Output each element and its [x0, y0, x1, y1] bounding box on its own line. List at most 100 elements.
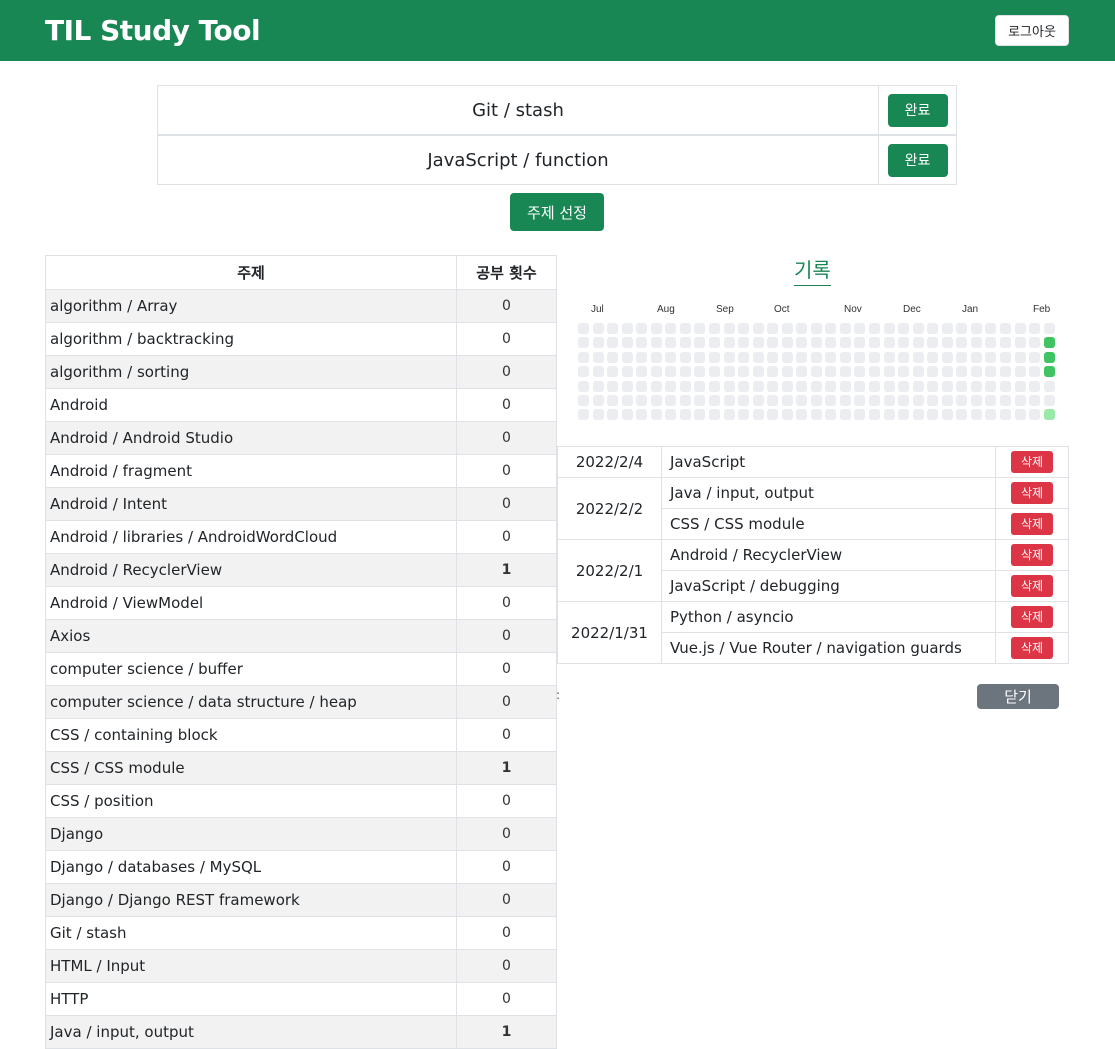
table-row[interactable]: computer science / buffer 0	[45, 652, 557, 686]
table-row[interactable]: Django / Django REST framework 0	[45, 883, 557, 917]
heatmap-day-cell	[956, 380, 968, 392]
table-row[interactable]: Android 0	[45, 388, 557, 422]
table-row[interactable]: Git / stash 0	[45, 916, 557, 950]
heatmap-day-cell	[810, 395, 822, 406]
table-row[interactable]: CSS / CSS module 1	[45, 751, 557, 785]
heatmap-day-cell	[694, 323, 706, 334]
heatmap-day-cell	[912, 351, 924, 363]
close-button[interactable]: 닫기	[977, 684, 1059, 709]
table-row[interactable]: algorithm / backtracking 0	[45, 322, 557, 356]
heatmap-day-cell	[898, 395, 910, 406]
delete-button[interactable]: 삭제	[1011, 451, 1053, 473]
table-row[interactable]: HTML / Input 0	[45, 949, 557, 983]
heatmap-day-cell	[738, 351, 750, 363]
heatmap-day-cell	[578, 323, 589, 334]
selected-topic-row: Git / stash 완료	[157, 85, 957, 135]
heatmap-day-cell	[985, 337, 997, 349]
heatmap-day-cell	[927, 366, 939, 378]
heatmap-day-cell	[723, 366, 735, 378]
heatmap-day-cell	[1029, 409, 1041, 421]
table-row[interactable]: Axios 0	[45, 619, 557, 653]
pick-topic-button[interactable]: 주제 선정	[510, 193, 604, 231]
heatmap-day-cell	[708, 409, 720, 421]
count-cell: 0	[456, 850, 557, 884]
heatmap-day-cell	[621, 323, 633, 334]
study-heatmap: Jul Aug Sep Oct Nov Dec Jan Feb	[575, 300, 1055, 425]
table-row[interactable]: Android / ViewModel 0	[45, 586, 557, 620]
table-row[interactable]: computer science / data structure / heap…	[45, 685, 557, 719]
heatmap-day-cell	[665, 351, 677, 363]
table-row[interactable]: Android / libraries / AndroidWordCloud 0	[45, 520, 557, 554]
selected-topic-action: 완료	[879, 135, 957, 185]
heatmap-day-cell	[898, 337, 910, 349]
table-row[interactable]: CSS / containing block 0	[45, 718, 557, 752]
heatmap-day-cell	[694, 366, 706, 378]
count-cell: 0	[456, 982, 557, 1016]
delete-button[interactable]: 삭제	[1011, 575, 1053, 597]
table-row[interactable]: Django / databases / MySQL 0	[45, 850, 557, 884]
count-cell: 0	[456, 718, 557, 752]
topic-cell: Android / Intent	[45, 487, 457, 521]
heatmap-day-cell	[970, 395, 982, 406]
count-cell: 0	[456, 355, 557, 389]
heatmap-day-cell	[1014, 380, 1026, 392]
table-row[interactable]: Django 0	[45, 817, 557, 851]
table-row[interactable]: Android / Intent 0	[45, 487, 557, 521]
record-action: 삭제	[995, 632, 1069, 664]
delete-button[interactable]: 삭제	[1011, 482, 1053, 504]
heatmap-day-cell	[650, 395, 662, 406]
topic-cell: computer science / buffer	[45, 652, 457, 686]
heatmap-day-cell	[912, 395, 924, 406]
heatmap-day-cell	[781, 366, 793, 378]
heatmap-day-cell	[767, 337, 779, 349]
heatmap-day-cell	[1029, 323, 1041, 334]
heatmap-day-cell	[839, 337, 851, 349]
heatmap-day-cell	[839, 323, 851, 334]
delete-button[interactable]: 삭제	[1011, 513, 1053, 535]
heatmap-day-cell	[869, 351, 880, 363]
record-topic: Vue.js / Vue Router / navigation guards	[661, 632, 996, 664]
logout-button[interactable]: 로그아웃	[995, 15, 1069, 46]
table-row[interactable]: HTTP 0	[45, 982, 557, 1016]
count-cell: 0	[456, 817, 557, 851]
heatmap-day-cell	[752, 395, 764, 406]
heatmap-day-cell	[650, 337, 662, 349]
delete-button[interactable]: 삭제	[1011, 637, 1053, 659]
table-row[interactable]: Android / Android Studio 0	[45, 421, 557, 455]
delete-button[interactable]: 삭제	[1011, 544, 1053, 566]
record-topic: CSS / CSS module	[661, 508, 996, 540]
table-row[interactable]: Android / fragment 0	[45, 454, 557, 488]
heatmap-day-cell	[636, 366, 648, 378]
record-row: 2022/2/4 JavaScript 삭제	[557, 446, 1069, 478]
heatmap-day-cell	[796, 337, 808, 349]
month-label: Oct	[774, 304, 790, 315]
count-cell: 1	[456, 1015, 557, 1049]
heatmap-day-cell	[985, 323, 997, 334]
record-action: 삭제	[995, 477, 1069, 509]
heatmap-day-cell	[854, 395, 866, 406]
done-button[interactable]: 완료	[887, 143, 948, 177]
topic-table-header: 주제 공부 횟수	[45, 255, 557, 290]
heatmap-day-cell	[941, 337, 953, 349]
heatmap-day-cell	[898, 323, 910, 334]
count-cell: 0	[456, 652, 557, 686]
heatmap-day-cell	[810, 351, 822, 363]
table-row[interactable]: Android / RecyclerView 1	[45, 553, 557, 587]
heatmap-day-cell	[665, 323, 677, 334]
heatmap-day-cell	[970, 323, 982, 334]
done-button[interactable]: 완료	[887, 93, 948, 127]
heatmap-day-cell	[1043, 323, 1055, 334]
count-cell: 0	[456, 784, 557, 818]
heatmap-day-cell	[767, 395, 779, 406]
delete-button[interactable]: 삭제	[1011, 606, 1053, 628]
month-label: Dec	[903, 304, 921, 315]
table-row[interactable]: CSS / position 0	[45, 784, 557, 818]
topic-cell: Axios	[45, 619, 457, 653]
table-row[interactable]: Java / input, output 1	[45, 1015, 557, 1049]
table-row[interactable]: algorithm / Array 0	[45, 289, 557, 323]
count-cell: 1	[456, 553, 557, 587]
heatmap-day-cell	[999, 337, 1011, 349]
app-title[interactable]: TIL Study Tool	[45, 14, 261, 47]
table-row[interactable]: algorithm / sorting 0	[45, 355, 557, 389]
heatmap-day-cell	[752, 366, 764, 378]
